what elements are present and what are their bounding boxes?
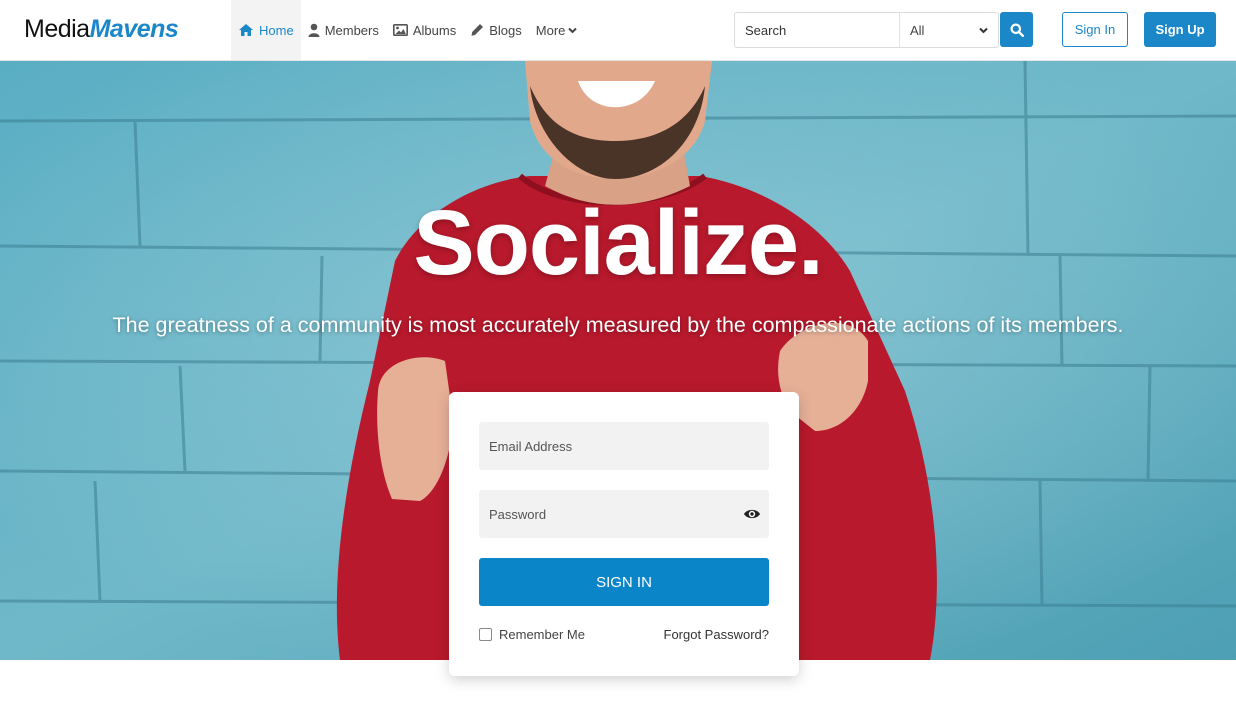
search-scope-value: All [910,22,925,38]
remember-me-label: Remember Me [499,627,585,642]
nav-item-label: Members [324,22,379,38]
search-input[interactable] [735,13,900,47]
site-header: MediaMavens Home Members Albums Blogs Mo… [0,0,1236,61]
nav-item-label: Home [259,22,294,38]
search-scope-select[interactable]: All [900,13,998,47]
header-sign-up-button[interactable]: Sign Up [1144,12,1216,47]
chevron-down-icon [979,27,988,33]
nav-item-label: Blogs [489,22,522,38]
hero-subtitle: The greatness of a community is most acc… [112,313,1124,337]
hero-title: Socialize. [413,192,823,294]
email-field [479,422,769,470]
chevron-down-icon [568,27,578,33]
nav-item-more[interactable]: More [529,0,585,60]
nav-item-label: More [535,22,566,38]
site-logo[interactable]: MediaMavens [24,14,179,44]
eye-icon[interactable] [743,505,761,523]
search-bar: All [734,12,999,48]
logo-text-primary: Media [24,15,90,43]
remember-me-checkbox[interactable] [479,628,492,641]
nav-item-home[interactable]: Home [231,0,301,60]
pencil-icon [471,24,484,36]
home-icon [239,24,253,36]
sign-in-button[interactable]: SIGN IN [479,558,769,606]
forgot-password-link[interactable]: Forgot Password? [664,627,770,642]
logo-text-accent: Mavens [89,15,179,43]
search-button[interactable] [1000,12,1033,47]
nav-item-members[interactable]: Members [301,0,386,60]
search-icon [1010,23,1024,37]
image-icon [392,24,408,36]
header-sign-in-button[interactable]: Sign In [1062,12,1128,47]
remember-me: Remember Me [479,627,585,642]
nav-item-albums[interactable]: Albums [386,0,463,60]
email-input[interactable] [479,422,769,470]
password-field [479,490,769,538]
nav-item-blogs[interactable]: Blogs [463,0,529,60]
main-nav: Home Members Albums Blogs More [231,0,584,60]
password-input[interactable] [479,490,769,538]
login-card: SIGN IN Remember Me Forgot Password? [449,392,799,676]
nav-item-label: Albums [412,22,457,38]
user-icon [308,23,320,37]
